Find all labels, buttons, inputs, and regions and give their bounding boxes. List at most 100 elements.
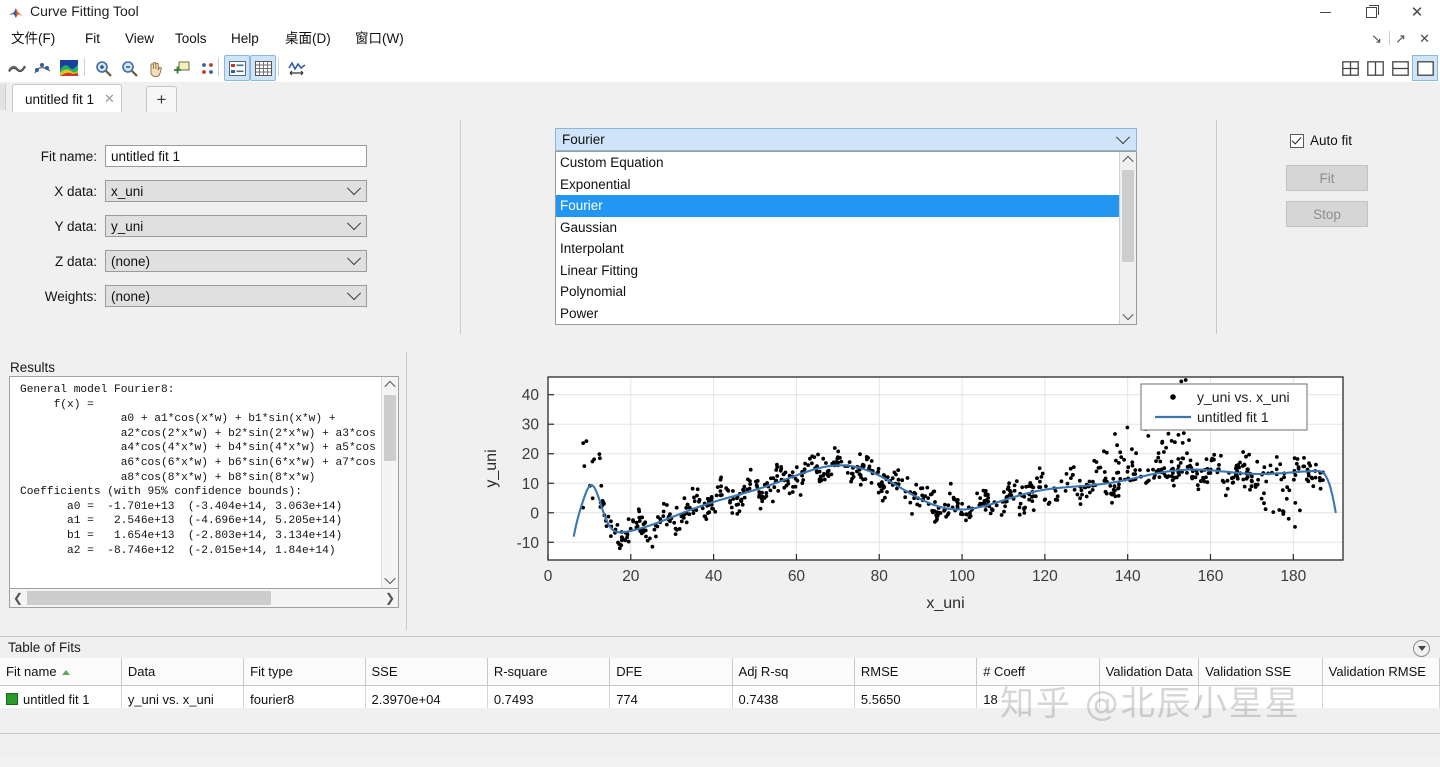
scroll-left-icon[interactable]: ❮ <box>10 589 26 606</box>
data-point <box>1302 456 1306 460</box>
fit-type-combo[interactable]: Fourier <box>555 128 1137 151</box>
scroll-up-icon[interactable] <box>1120 152 1136 168</box>
layout-vertical-icon[interactable] <box>1362 55 1388 81</box>
data-point <box>890 476 895 481</box>
layout-single-icon[interactable] <box>1412 55 1438 81</box>
column-header-validation-data[interactable]: Validation Data <box>1099 658 1200 686</box>
zoom-in-icon[interactable] <box>90 55 116 81</box>
fit-plot-panel[interactable]: 0 20 40 60 80 100 120 140 160 180 -10 0 10 20 30 40 x_un… <box>408 352 1440 630</box>
x-data-select[interactable]: x_uni <box>105 180 367 202</box>
menu-tools[interactable]: Tools <box>168 29 214 48</box>
fit-type-option-polynomial[interactable]: Polynomial <box>556 281 1136 303</box>
fit-type-option-interpolant[interactable]: Interpolant <box>556 238 1136 260</box>
column-header-adj-r-sq[interactable]: Adj R-sq <box>732 658 855 686</box>
data-point <box>1006 485 1011 489</box>
menu-view[interactable]: View <box>118 29 161 48</box>
layout-quad-icon[interactable] <box>1337 55 1363 81</box>
pan-hand-icon[interactable] <box>142 55 168 81</box>
fit-button[interactable]: Fit <box>1286 165 1368 191</box>
legend-toggle-icon[interactable] <box>224 55 250 81</box>
column-header-dfe[interactable]: DFE <box>609 658 733 686</box>
fit-type-option-list: Custom Equation Exponential Fourier Gaussia… <box>556 152 1136 324</box>
results-horizontal-scrollbar[interactable]: ❮ ❯ <box>9 589 399 608</box>
scroll-down-icon[interactable] <box>382 572 398 588</box>
column-header-r-square[interactable]: R-square <box>487 658 611 686</box>
collapse-panel-button[interactable] <box>1413 640 1430 657</box>
data-point <box>1295 457 1300 461</box>
plot-legend[interactable]: y_uni vs. x_uni untitled fit 1 <box>1140 383 1308 431</box>
auto-fit-checkbox[interactable]: Auto fit <box>1290 133 1352 148</box>
menu-file[interactable]: 文件(F) <box>4 29 62 48</box>
scroll-down-icon[interactable] <box>1120 308 1136 324</box>
scrollbar-thumb[interactable] <box>27 591 271 605</box>
fit-type-listbox[interactable]: Custom Equation Exponential Fourier Gaussia… <box>555 151 1137 325</box>
z-data-select[interactable]: (none) <box>105 250 367 272</box>
menu-window[interactable]: 窗口(W) <box>348 29 411 48</box>
legend-label-fit: untitled fit 1 <box>1197 409 1269 425</box>
fit-type-option-custom-equation[interactable]: Custom Equation <box>556 152 1136 174</box>
fit-plot[interactable]: 0 20 40 60 80 100 120 140 160 180-10010203040x_un… <box>408 352 1440 630</box>
toolbar-divider-3 <box>278 58 279 76</box>
data-point <box>697 499 701 504</box>
y-data-select[interactable]: y_uni <box>105 215 367 237</box>
surface-fit-icon[interactable] <box>4 55 30 81</box>
fit-type-option-fourier[interactable]: Fourier <box>556 195 1136 217</box>
fit-type-option-exponential[interactable]: Exponential <box>556 174 1136 196</box>
column-header-validation-sse[interactable]: Validation SSE <box>1198 658 1323 686</box>
scrollbar-thumb[interactable] <box>384 395 396 461</box>
data-point <box>684 520 689 525</box>
scrollbar-thumb[interactable] <box>1122 170 1134 262</box>
data-point <box>1007 481 1011 486</box>
data-point <box>1138 468 1142 472</box>
column-header-fit-type[interactable]: Fit type <box>243 658 366 686</box>
menu-help[interactable]: Help <box>224 29 266 48</box>
scroll-up-icon[interactable] <box>382 377 398 393</box>
fit-tab-untitled-fit-1[interactable]: untitled fit 1 ✕ <box>12 84 122 113</box>
column-header-n-coeff[interactable]: # Coeff <box>976 658 1100 686</box>
fit-type-scrollbar[interactable] <box>1119 152 1136 324</box>
minimize-button[interactable] <box>1302 0 1348 25</box>
results-text-area[interactable]: General model Fourier8: f(x) = a0 + a1*c… <box>9 376 399 589</box>
fit-type-option-power[interactable]: Power <box>556 303 1136 325</box>
column-header-sse[interactable]: SSE <box>365 658 488 686</box>
data-point <box>590 496 595 501</box>
column-header-data[interactable]: Data <box>121 658 245 686</box>
data-point <box>775 474 780 478</box>
maximize-button[interactable] <box>1348 0 1394 25</box>
data-point <box>764 491 769 495</box>
exclude-outliers-icon[interactable] <box>194 55 220 81</box>
menu-fit[interactable]: Fit <box>78 29 107 48</box>
data-point <box>1017 512 1022 517</box>
weights-select[interactable]: (none) <box>105 285 367 307</box>
panel-close-icon[interactable]: ✕ <box>1419 29 1430 48</box>
fit-name-label: Fit name: <box>40 148 97 164</box>
column-header-rmse[interactable]: RMSE <box>854 658 978 686</box>
layout-horizontal-icon[interactable] <box>1387 55 1413 81</box>
data-cursor-icon[interactable] <box>168 55 194 81</box>
zoom-out-icon[interactable] <box>116 55 142 81</box>
grid-toggle-icon[interactable] <box>250 55 276 81</box>
results-vertical-scrollbar[interactable] <box>381 377 398 588</box>
data-point <box>784 483 789 488</box>
data-point <box>1217 463 1221 467</box>
data-point <box>643 520 648 525</box>
column-header-fit-name[interactable]: Fit name <box>0 658 122 686</box>
close-button[interactable]: ✕ <box>1394 0 1440 25</box>
undock-arrow-icon[interactable]: ↗ <box>1395 29 1406 48</box>
axis-limits-icon[interactable] <box>284 55 310 81</box>
z-data-value: (none) <box>111 254 151 269</box>
data-point <box>1116 486 1120 491</box>
stop-button[interactable]: Stop <box>1286 201 1368 227</box>
close-icon[interactable]: ✕ <box>104 91 115 107</box>
colormap-icon[interactable] <box>56 55 82 81</box>
fit-type-option-gaussian[interactable]: Gaussian <box>556 217 1136 239</box>
data-points-icon[interactable] <box>30 55 56 81</box>
add-fit-tab-button[interactable]: + <box>146 86 177 113</box>
data-point <box>1055 498 1060 502</box>
fit-type-option-linear-fitting[interactable]: Linear Fitting <box>556 260 1136 282</box>
column-header-validation-rmse[interactable]: Validation RMSE <box>1322 658 1440 686</box>
menu-desktop[interactable]: 桌面(D) <box>278 29 338 48</box>
fit-name-input[interactable]: untitled fit 1 <box>105 145 367 167</box>
scroll-right-icon[interactable]: ❯ <box>382 589 398 606</box>
dock-arrow-icon[interactable]: ↘ <box>1371 29 1382 48</box>
